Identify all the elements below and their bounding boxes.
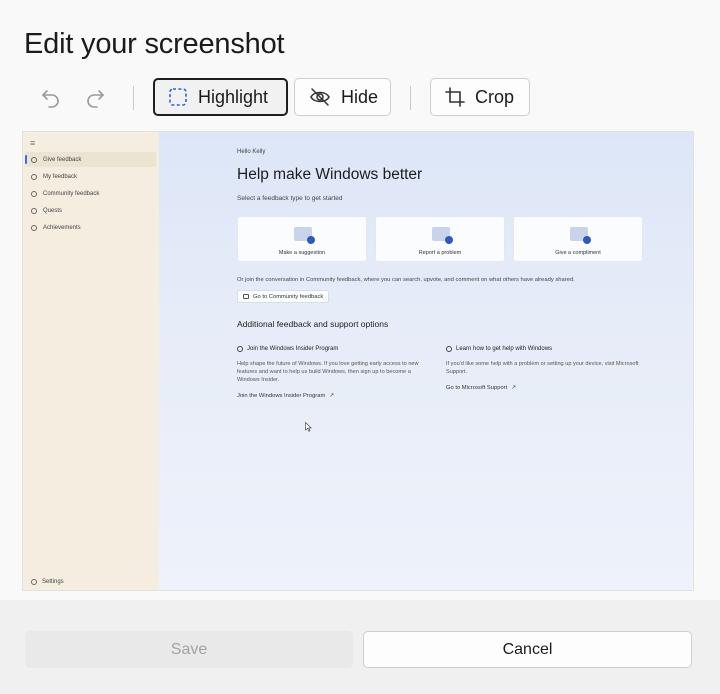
card-suggestion: Make a suggestion <box>237 216 367 262</box>
insider-body: Help shape the future of Windows. If you… <box>237 361 419 383</box>
insider-title-text: Join the Windows Insider Program <box>247 346 339 352</box>
external-link-icon: ↗ <box>511 385 517 391</box>
hide-button[interactable]: Hide <box>294 78 391 116</box>
preview-subheading: Select a feedback type to get started <box>237 195 343 202</box>
sidebar-item-my-feedback: My feedback <box>25 169 156 184</box>
sidebar-item-give-feedback: Give feedback <box>25 152 156 167</box>
page-title: Edit your screenshot <box>24 28 285 60</box>
sidebar-item-quests: Quests <box>25 203 156 218</box>
card-compliment: Give a compliment <box>513 216 643 262</box>
preview-main: Hello Kelly Help make Windows better Sel… <box>159 132 693 590</box>
insider-link-text: Join the Windows Insider Program <box>237 393 326 399</box>
suggestion-icon <box>294 227 315 244</box>
insider-title: Join the Windows Insider Program <box>237 346 338 352</box>
sidebar-item-community-feedback: Community feedback <box>25 186 156 201</box>
help-body: If you'd like some help with a problem o… <box>446 361 639 375</box>
crop-button[interactable]: Crop <box>430 78 530 116</box>
additional-heading: Additional feedback and support options <box>237 319 389 329</box>
cancel-button[interactable]: Cancel <box>363 631 692 668</box>
highlight-button[interactable]: Highlight <box>153 78 288 116</box>
undo-icon[interactable] <box>38 84 64 110</box>
hide-label: Hide <box>341 86 379 107</box>
trophy-icon <box>31 224 37 231</box>
sidebar-item-settings: Settings <box>31 579 64 585</box>
sidebar-item-label: Achievements <box>43 224 81 231</box>
gear-icon <box>31 579 37 585</box>
crop-label: Crop <box>475 86 515 107</box>
community-button-label: Go to Community feedback <box>253 293 324 300</box>
crop-icon <box>445 87 465 107</box>
help-title-text: Learn how to get help with Windows <box>456 346 553 352</box>
save-button[interactable]: Save <box>25 631 353 668</box>
help-link-text: Go to Microsoft Support <box>446 385 508 391</box>
toolbar-divider <box>133 86 134 110</box>
screenshot-preview[interactable]: ≡ Give feedback My feedback Community fe… <box>22 131 694 591</box>
card-problem: Report a problem <box>375 216 505 262</box>
community-feedback-button: Go to Community feedback <box>237 290 330 303</box>
chat-icon <box>243 294 249 299</box>
greeting: Hello Kelly <box>237 149 266 155</box>
card-label: Make a suggestion <box>278 250 326 256</box>
quest-icon <box>31 207 37 214</box>
help-title: Learn how to get help with Windows <box>446 346 552 352</box>
highlight-label: Highlight <box>198 86 269 107</box>
card-label: Give a compliment <box>555 250 601 256</box>
settings-label: Settings <box>42 579 64 585</box>
sidebar-item-label: My feedback <box>43 173 78 180</box>
person-icon <box>31 173 37 180</box>
problem-icon <box>432 227 453 244</box>
feedback-icon <box>31 156 37 163</box>
sidebar-item-achievements: Achievements <box>25 220 156 235</box>
footer-bar: Save Cancel <box>0 600 720 694</box>
community-text: Or join the conversation in Community fe… <box>237 277 575 283</box>
redo-icon[interactable] <box>82 84 108 110</box>
compliment-icon <box>570 227 591 244</box>
card-label: Report a problem <box>418 250 462 256</box>
sidebar-item-label: Community feedback <box>43 190 100 197</box>
help-link: Go to Microsoft Support ↗ <box>446 385 516 391</box>
people-icon <box>31 190 37 197</box>
preview-sidebar: ≡ Give feedback My feedback Community fe… <box>23 132 159 590</box>
help-icon <box>446 346 452 352</box>
sidebar-item-label: Quests <box>43 207 63 214</box>
sidebar-item-label: Give feedback <box>43 156 82 163</box>
preview-heading: Help make Windows better <box>237 166 423 183</box>
toolbar-divider <box>410 86 411 110</box>
eye-off-icon <box>310 88 330 106</box>
insider-link: Join the Windows Insider Program ↗ <box>237 393 334 399</box>
insider-icon <box>237 346 243 352</box>
highlight-icon <box>169 88 187 106</box>
hamburger-menu-icon: ≡ <box>30 138 36 148</box>
mouse-cursor-icon <box>305 422 312 432</box>
external-link-icon: ↗ <box>329 393 335 399</box>
